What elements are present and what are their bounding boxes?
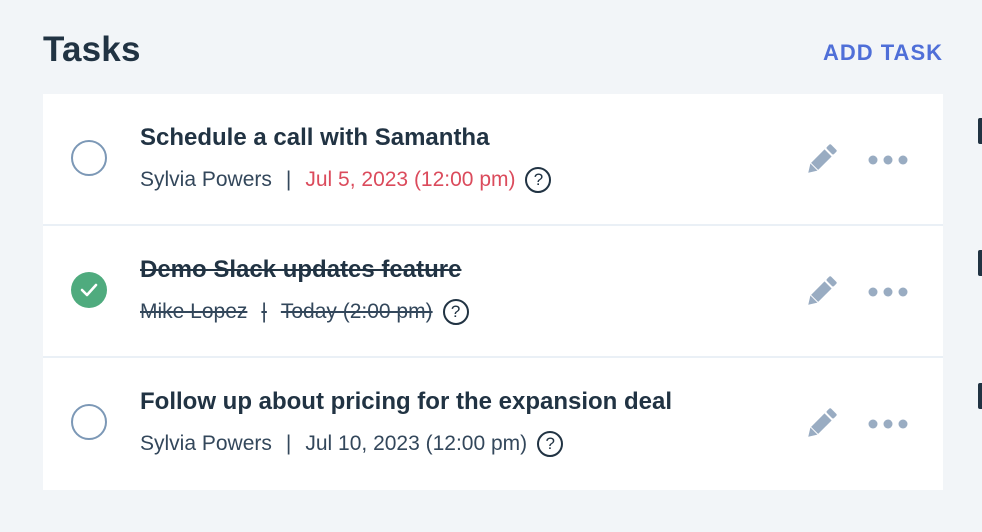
meta-separator: | — [261, 300, 267, 323]
task-row: Schedule a call with Samantha Sylvia Pow… — [43, 94, 943, 226]
meta-separator: | — [285, 168, 292, 191]
task-title[interactable]: Follow up about pricing for the expansio… — [140, 388, 672, 416]
task-assignee: Mike Lopez — [140, 300, 248, 323]
ellipsis-icon[interactable] — [867, 282, 909, 302]
task-due-date: Jul 5, 2023 (12:00 pm) — [305, 168, 516, 191]
help-icon[interactable]: ? — [537, 431, 564, 457]
completed-checkmark-icon[interactable] — [71, 272, 107, 308]
help-icon[interactable]: ? — [442, 299, 469, 325]
scroll-edge-indicator — [978, 118, 982, 144]
complete-task-checkbox-icon[interactable] — [71, 404, 107, 440]
task-due-date: Today (2:00 pm) — [280, 300, 433, 323]
task-row: Follow up about pricing for the expansio… — [43, 356, 943, 490]
task-assignee: Sylvia Powers — [140, 168, 272, 191]
task-meta: Sylvia Powers | Jul 10, 2023 (12:00 pm) … — [140, 430, 564, 458]
pencil-icon[interactable] — [803, 406, 839, 442]
task-meta: Sylvia Powers | Jul 5, 2023 (12:00 pm) ? — [140, 166, 552, 194]
pencil-icon[interactable] — [803, 142, 839, 178]
pencil-icon[interactable] — [803, 274, 839, 310]
help-icon[interactable]: ? — [525, 167, 552, 193]
scroll-edge-indicator — [978, 383, 982, 409]
scroll-edge-indicator — [978, 250, 982, 276]
task-assignee: Sylvia Powers — [140, 432, 272, 455]
ellipsis-icon[interactable] — [867, 150, 909, 170]
tasks-header: Tasks ADD TASK — [43, 30, 943, 74]
task-row: Demo Slack updates feature Mike Lopez | … — [43, 224, 943, 358]
ellipsis-icon[interactable] — [867, 414, 909, 434]
task-due-date: Jul 10, 2023 (12:00 pm) — [305, 432, 528, 455]
complete-task-checkbox-icon[interactable] — [71, 140, 107, 176]
task-list: Schedule a call with Samantha Sylvia Pow… — [43, 94, 943, 490]
task-title[interactable]: Demo Slack updates feature — [140, 256, 461, 284]
add-task-button[interactable]: ADD TASK — [823, 40, 943, 66]
meta-separator: | — [285, 432, 292, 455]
task-meta: Mike Lopez | Today (2:00 pm) ? — [140, 298, 469, 326]
task-title[interactable]: Schedule a call with Samantha — [140, 124, 489, 152]
page-title: Tasks — [43, 30, 141, 69]
